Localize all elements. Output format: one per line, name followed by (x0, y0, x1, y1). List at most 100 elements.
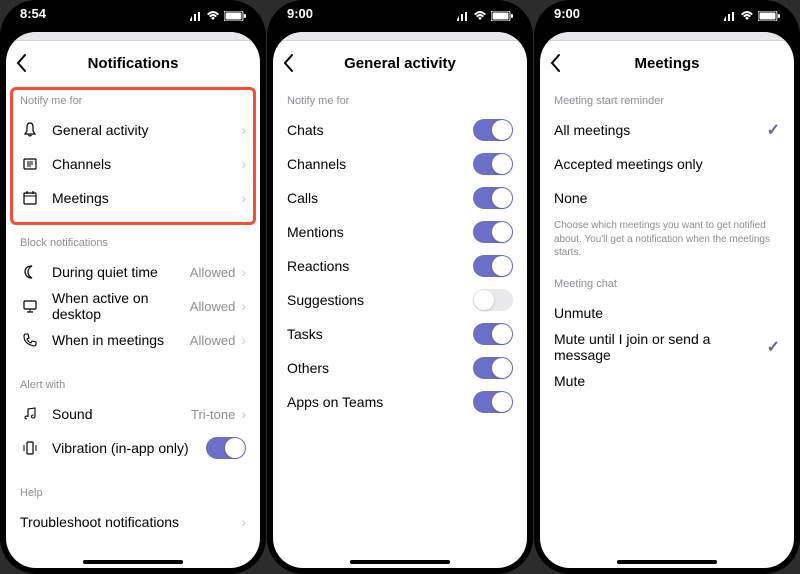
radio-row[interactable]: None (540, 181, 794, 215)
row-label: Apps on Teams (287, 394, 473, 410)
status-time: 9:00 (287, 6, 313, 26)
channels-icon (20, 156, 40, 172)
row-label: Vibration (in-app only) (52, 440, 206, 456)
row-label: Mentions (287, 224, 473, 240)
row-label: Chats (287, 122, 473, 138)
header: Meetings (540, 41, 794, 85)
chevron-right-icon: › (241, 514, 246, 530)
status-indicators (720, 6, 780, 26)
music-icon (20, 406, 40, 422)
chevron-left-icon (283, 53, 295, 73)
row-label: When active on desktop (52, 290, 190, 322)
toggle-row[interactable]: Reactions (273, 249, 527, 283)
battery-icon (758, 11, 780, 21)
wifi-icon (206, 11, 220, 21)
home-indicator[interactable] (617, 560, 717, 564)
phone-notifications: 8:54 Notifications Notify me for Gen (0, 0, 266, 574)
page-title: Meetings (540, 55, 794, 72)
row-label: Accepted meetings only (554, 156, 780, 172)
toggle-row[interactable]: Mentions (273, 215, 527, 249)
toggle[interactable] (473, 187, 513, 209)
chevron-left-icon (550, 53, 562, 73)
radio-row[interactable]: Unmute (540, 296, 794, 330)
row-troubleshoot[interactable]: Troubleshoot notifications › (6, 505, 260, 539)
row-value: Allowed (190, 265, 236, 280)
phone-meetings: 9:00 Meetings Meeting start reminder All… (534, 0, 800, 574)
chevron-right-icon: › (241, 264, 246, 280)
toggle-row[interactable]: Others (273, 351, 527, 385)
toggle-row[interactable]: Channels (273, 147, 527, 181)
back-button[interactable] (550, 53, 562, 73)
row-label: Mute (554, 373, 780, 389)
battery-icon (224, 11, 246, 21)
row-label: Mute until I join or send a message (554, 331, 767, 363)
toggle[interactable] (473, 255, 513, 277)
calendar-icon (20, 190, 40, 206)
row-label: Channels (287, 156, 473, 172)
back-button[interactable] (283, 53, 295, 73)
notch (340, 0, 460, 26)
toggle-row[interactable]: Suggestions (273, 283, 527, 317)
row-label: Troubleshoot notifications (20, 514, 241, 530)
page-title: Notifications (6, 55, 260, 72)
vibration-toggle[interactable] (206, 437, 246, 459)
toggle-row[interactable]: Apps on Teams (273, 385, 527, 419)
section-reminder: Meeting start reminder (540, 85, 794, 113)
section-block: Block notifications (6, 227, 260, 255)
moon-icon (20, 264, 40, 280)
row-desktop[interactable]: When active on desktop Allowed › (6, 289, 260, 323)
row-vibration[interactable]: Vibration (in-app only) (6, 431, 260, 465)
desktop-icon (20, 298, 40, 314)
row-value: Tri-tone (191, 407, 235, 422)
chevron-right-icon: › (241, 122, 246, 138)
screen-top-edge (6, 32, 260, 41)
row-label: Channels (52, 156, 241, 172)
toggle-row[interactable]: Chats (273, 113, 527, 147)
radio-row[interactable]: Mute (540, 364, 794, 398)
row-label: General activity (52, 122, 241, 138)
row-channels[interactable]: Channels › (6, 147, 260, 181)
battery-icon (491, 11, 513, 21)
back-button[interactable] (16, 53, 28, 73)
header: General activity (273, 41, 527, 85)
row-label: During quiet time (52, 264, 190, 280)
row-label: Unmute (554, 305, 780, 321)
toggle[interactable] (473, 153, 513, 175)
toggle[interactable] (473, 357, 513, 379)
row-quiet-time[interactable]: During quiet time Allowed › (6, 255, 260, 289)
notch (73, 0, 193, 26)
chevron-right-icon: › (241, 156, 246, 172)
page-title: General activity (273, 55, 527, 72)
chevron-right-icon: › (241, 406, 246, 422)
row-general-activity[interactable]: General activity › (6, 113, 260, 147)
row-label: Meetings (52, 190, 241, 206)
toggle[interactable] (473, 119, 513, 141)
content: Notify me for General activity › Channel… (6, 85, 260, 568)
row-sound[interactable]: Sound Tri-tone › (6, 397, 260, 431)
home-indicator[interactable] (83, 560, 183, 564)
toggle[interactable] (473, 289, 513, 311)
row-label: Sound (52, 406, 191, 422)
status-indicators (186, 6, 246, 26)
row-label: None (554, 190, 780, 206)
toggle[interactable] (473, 391, 513, 413)
radio-row[interactable]: Mute until I join or send a message✓ (540, 330, 794, 364)
status-time: 8:54 (20, 6, 46, 26)
section-help: Help (6, 477, 260, 505)
row-in-meetings[interactable]: When in meetings Allowed › (6, 323, 260, 357)
header: Notifications (6, 41, 260, 85)
home-indicator[interactable] (350, 560, 450, 564)
toggle-row[interactable]: Tasks (273, 317, 527, 351)
wifi-icon (473, 11, 487, 21)
status-time: 9:00 (554, 6, 580, 26)
toggle[interactable] (473, 323, 513, 345)
toggle[interactable] (473, 221, 513, 243)
chevron-right-icon: › (241, 332, 246, 348)
toggle-row[interactable]: Calls (273, 181, 527, 215)
row-value: Allowed (190, 333, 236, 348)
radio-row[interactable]: Accepted meetings only (540, 147, 794, 181)
section-chat: Meeting chat (540, 268, 794, 296)
bell-icon (20, 122, 40, 138)
row-meetings[interactable]: Meetings › (6, 181, 260, 215)
radio-row[interactable]: All meetings✓ (540, 113, 794, 147)
